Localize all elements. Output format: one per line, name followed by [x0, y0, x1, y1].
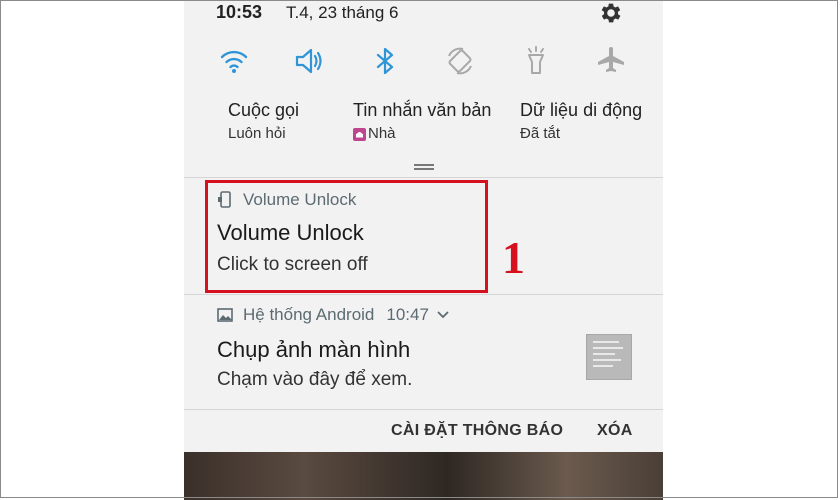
status-date: T.4, 23 tháng 6 — [286, 3, 399, 22]
notification-text: Chạm vào đây để xem. — [217, 369, 413, 390]
airplane-icon[interactable] — [594, 44, 628, 78]
background-photo — [184, 452, 663, 500]
status-bar: 10:53 T.4, 23 tháng 6 — [184, 0, 663, 28]
bluetooth-icon[interactable] — [368, 44, 402, 78]
notification-actions: CÀI ĐẶT THÔNG BÁO XÓA — [184, 410, 663, 452]
notification-time: 10:47 — [386, 305, 429, 324]
notification-title: Chụp ảnh màn hình — [217, 337, 411, 362]
image-icon — [217, 308, 233, 322]
clear-button[interactable]: XÓA — [597, 422, 633, 440]
calls-setting[interactable]: Cuộc gọi Luôn hỏi — [228, 98, 299, 144]
quick-settings — [184, 44, 663, 80]
speaker-icon[interactable] — [292, 44, 326, 78]
drag-handle-icon[interactable] — [414, 164, 434, 170]
wifi-icon[interactable] — [217, 44, 251, 78]
flashlight-icon[interactable] — [519, 44, 553, 78]
messages-sub-row: Nhà — [353, 124, 491, 144]
calls-title: Cuộc gọi — [228, 100, 300, 120]
notification-app-row: Hệ thống Android 10:47 — [217, 305, 449, 325]
notification-app-name: Hệ thống Android — [243, 305, 375, 324]
step-number-label: 1 — [502, 232, 525, 283]
chevron-down-icon[interactable] — [437, 310, 449, 320]
screenshot-thumbnail[interactable] — [586, 334, 632, 380]
messages-setting[interactable]: Tin nhắn văn bản Nhà — [353, 98, 491, 144]
highlight-box — [205, 180, 488, 293]
data-setting[interactable]: Dữ liệu di động Đã tắt — [520, 98, 642, 144]
messages-sub: Nhà — [368, 125, 396, 142]
notification-settings-button[interactable]: CÀI ĐẶT THÔNG BÁO — [391, 422, 563, 440]
data-sub: Đã tắt — [520, 125, 561, 142]
rotate-icon[interactable] — [443, 44, 477, 78]
data-title: Dữ liệu di động — [520, 100, 643, 120]
calls-sub: Luôn hỏi — [228, 125, 286, 142]
gear-icon[interactable] — [598, 0, 624, 26]
messages-title: Tin nhắn văn bản — [353, 100, 492, 120]
home-icon — [353, 127, 366, 141]
sim-info-row: Cuộc gọi Luôn hỏi Tin nhắn văn bản Nhà D… — [184, 98, 663, 148]
status-time: 10:53 — [216, 2, 263, 22]
